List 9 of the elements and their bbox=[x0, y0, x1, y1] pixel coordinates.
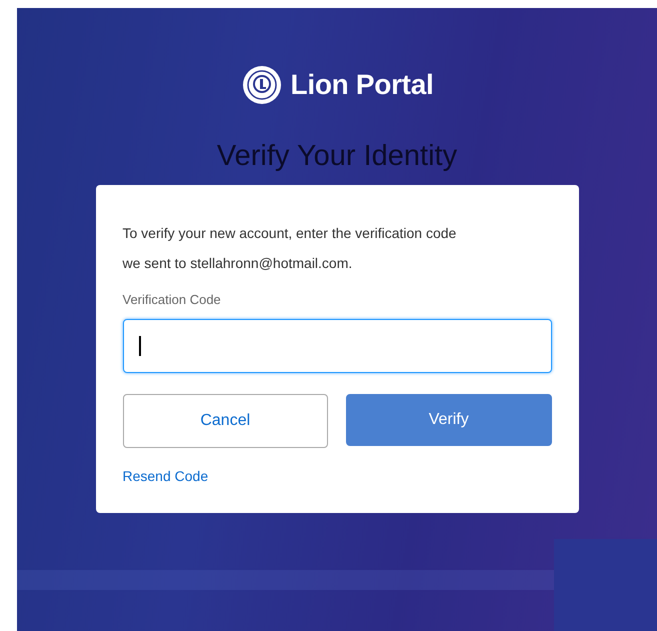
brand-name: Lion Portal bbox=[290, 69, 434, 101]
instruction-text: To verify your new account, enter the verification code we sent to stellahronn@hotmail.com. bbox=[122, 224, 458, 273]
verification-code-field[interactable] bbox=[122, 319, 552, 373]
lion-emblem-icon bbox=[240, 64, 283, 106]
resend-code-link[interactable]: Resend Code bbox=[122, 468, 208, 484]
page-heading: Verify Your Identity bbox=[216, 140, 458, 173]
verify-button[interactable]: Verify bbox=[346, 394, 552, 446]
field-label: Verification Code bbox=[122, 292, 221, 307]
cancel-button[interactable]: Cancel bbox=[122, 394, 328, 448]
